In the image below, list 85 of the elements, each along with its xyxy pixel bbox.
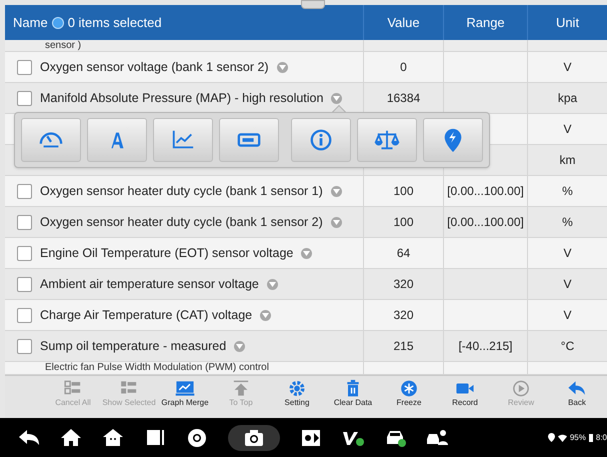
dropdown-icon[interactable]: [330, 216, 342, 228]
balance-scale-button[interactable]: [357, 118, 417, 162]
info-button[interactable]: [291, 118, 351, 162]
range-cell-text: [-40...215]: [458, 338, 513, 355]
value-cell-text: 100: [393, 183, 414, 200]
parameter-name: Oxygen sensor voltage (bank 1 sensor 2): [40, 58, 269, 76]
toolbar-button[interactable]: Clear Data: [325, 376, 381, 418]
value-cell-text: 320: [393, 276, 414, 293]
snowflake-icon: [399, 379, 419, 398]
checkbox[interactable]: [17, 276, 32, 292]
parameter-name: sensor ): [45, 41, 82, 51]
unit-cell-text: km: [560, 152, 576, 169]
recent-apps-icon[interactable]: [144, 427, 166, 448]
value-cell-text: 320: [393, 307, 414, 324]
unit-cell-text: %: [562, 183, 573, 200]
toolbar-button[interactable]: Graph Merge: [157, 376, 213, 418]
dropdown-icon[interactable]: [331, 92, 342, 104]
car-person-icon[interactable]: [426, 427, 448, 448]
unit-cell-text: V: [563, 307, 572, 324]
unit-cell-text: °C: [560, 338, 574, 355]
battery-icon: [588, 434, 593, 442]
unit-cell-text: V: [563, 59, 572, 76]
letter-button[interactable]: [87, 118, 147, 162]
column-header: Name: [13, 14, 48, 32]
camera-icon[interactable]: [243, 427, 265, 448]
value-cell-text: 16384: [386, 90, 420, 107]
unit-cell-text: V: [563, 245, 572, 262]
parameter-name: Oxygen sensor heater duty cycle (bank 1 sensor 2): [40, 214, 323, 231]
battery-level: 95%: [570, 432, 586, 444]
parameter-name: Oxygen sensor heater duty cycle (bank 1 sensor 1): [40, 182, 323, 200]
parameter-name: Manifold Absolute Pressure (MAP) - high resolution: [40, 90, 324, 107]
sort-icon[interactable]: [52, 16, 64, 28]
column-header: Unit: [556, 14, 580, 32]
toolbar-button[interactable]: Record: [437, 376, 493, 418]
range-cell-text: [0.00...100.00]: [447, 214, 524, 231]
parameter-name: Engine Oil Temperature (EOT) sensor voltage: [40, 244, 294, 262]
selection-count: 0 items selected: [68, 14, 162, 32]
info-icon: [308, 128, 334, 152]
gear-icon: [287, 379, 307, 398]
toolbar-button[interactable]: Back: [549, 376, 605, 418]
value-cell-text: 215: [393, 338, 414, 355]
line-chart-button[interactable]: [153, 118, 213, 162]
column-header: Value: [387, 14, 420, 32]
checkbox[interactable]: [17, 246, 32, 260]
unit-cell-text: kpa: [558, 90, 578, 107]
parameter-name: Charge Air Temperature (CAT) voltage: [40, 306, 252, 324]
dropdown-icon[interactable]: [276, 62, 288, 72]
value-cell-text: 0: [400, 59, 407, 76]
house-icon[interactable]: [102, 427, 124, 448]
parameter-name: Sump oil temperature - measured: [40, 338, 226, 355]
toolbar-button[interactable]: Freeze: [381, 376, 437, 418]
checkbox[interactable]: [17, 308, 32, 322]
unit-cell-text: V: [563, 276, 572, 293]
checkbox[interactable]: [17, 90, 32, 106]
gauge-button[interactable]: [21, 118, 81, 162]
column-header: Range: [466, 14, 505, 32]
checkbox[interactable]: [17, 60, 32, 74]
parameter-name: Electric fan Pulse Width Modulation (PWM) control: [45, 362, 269, 373]
location-icon: [548, 433, 555, 442]
checkbox[interactable]: [17, 214, 32, 230]
dropdown-icon[interactable]: [266, 278, 278, 290]
unit-cell-text: %: [562, 214, 573, 231]
drag-handle[interactable]: [301, 0, 325, 9]
dropdown-icon[interactable]: [301, 248, 312, 258]
dropdown-icon[interactable]: [330, 186, 342, 196]
back-icon: [567, 379, 587, 398]
parameter-name: Ambient air temperature sensor voltage: [40, 276, 259, 293]
arrow-up-icon: [231, 379, 251, 398]
map-pin-button[interactable]: [423, 118, 483, 162]
checkbox[interactable]: [17, 338, 32, 354]
balance-scale-icon: [374, 128, 400, 152]
home-icon[interactable]: [60, 427, 82, 448]
line-chart-icon: [175, 379, 195, 398]
unit-cell-text: V: [563, 121, 572, 138]
checkbox[interactable]: [17, 184, 32, 198]
play-icon: [511, 379, 531, 398]
range-cell-text: [0.00...100.00]: [447, 183, 524, 200]
wifi-icon: [558, 434, 567, 442]
toolbar-button[interactable]: Setting: [269, 376, 325, 418]
dropdown-icon[interactable]: [234, 340, 246, 352]
bar-button[interactable]: [219, 118, 279, 162]
dropdown-icon[interactable]: [260, 310, 272, 320]
clock: 8:0: [596, 432, 607, 444]
value-cell-text: 100: [393, 214, 414, 231]
value-cell-text: 64: [396, 245, 410, 262]
